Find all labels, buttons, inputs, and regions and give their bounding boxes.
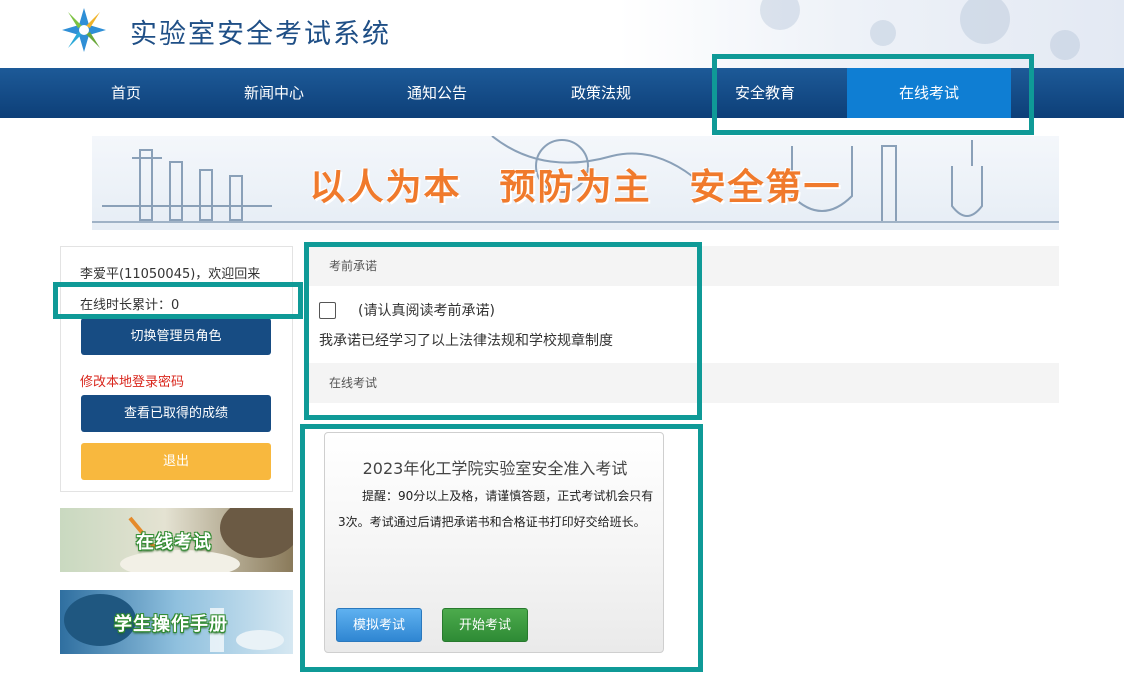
main-nav: 首页 新闻中心 通知公告 政策法规 安全教育 在线考试: [0, 68, 1124, 118]
logout-button[interactable]: 退出: [81, 443, 271, 480]
molecule-decoration: [1050, 30, 1080, 60]
site-title: 实验室安全考试系统: [130, 19, 391, 50]
online-time-text: 在线时长累计：0: [80, 298, 180, 313]
nav-item-safety-education[interactable]: 安全教育: [683, 68, 847, 118]
site-header: 实验室安全考试系统: [0, 0, 1124, 68]
molecule-decoration: [760, 0, 800, 30]
nav-item-policies[interactable]: 政策法规: [519, 68, 683, 118]
change-password-link[interactable]: 修改本地登录密码: [80, 371, 184, 390]
exam-description: 提醒：90分以上及格，请谨慎答题，正式考试机会只有3次。考试通过后请把承诺书和合…: [338, 489, 654, 529]
nav-item-online-exam[interactable]: 在线考试: [847, 68, 1011, 118]
online-exam-promo[interactable]: 在线考试: [60, 508, 293, 572]
exam-title: 2023年化工学院实验室安全准入考试: [362, 459, 628, 478]
nav-item-news[interactable]: 新闻中心: [192, 68, 356, 118]
logo-icon: [62, 8, 106, 52]
pledge-section-header: 考前承诺: [308, 246, 1059, 286]
molecule-decoration: [870, 20, 896, 46]
molecule-decoration: [960, 0, 1010, 44]
view-scores-button[interactable]: 查看已取得的成绩: [81, 395, 271, 432]
online-exam-promo-text: 在线考试: [136, 532, 212, 553]
pledge-text: 我承诺已经学习了以上法律法规和学校规章制度: [319, 333, 613, 349]
nav-item-notices[interactable]: 通知公告: [355, 68, 519, 118]
start-exam-button[interactable]: 开始考试: [442, 608, 528, 642]
nav-item-home[interactable]: 首页: [44, 68, 208, 118]
student-manual-promo[interactable]: 学生操作手册: [60, 590, 293, 654]
exam-section-header: 在线考试: [308, 363, 1059, 403]
student-manual-promo-text: 学生操作手册: [114, 614, 228, 635]
banner-slogan: 以人为本 预防为主 安全第一: [309, 167, 842, 208]
banner: 以人为本 预防为主 安全第一: [92, 136, 1059, 230]
pledge-hint: (请认真阅读考前承诺): [358, 303, 495, 319]
switch-admin-role-button[interactable]: 切换管理员角色: [81, 318, 271, 355]
welcome-text: 李爱平(11050045)，欢迎回来: [80, 267, 261, 282]
pledge-checkbox[interactable]: [319, 302, 336, 319]
mock-exam-button[interactable]: 模拟考试: [336, 608, 422, 642]
exam-card: 2023年化工学院实验室安全准入考试 提醒：90分以上及格，请谨慎答题，正式考试…: [324, 432, 664, 653]
